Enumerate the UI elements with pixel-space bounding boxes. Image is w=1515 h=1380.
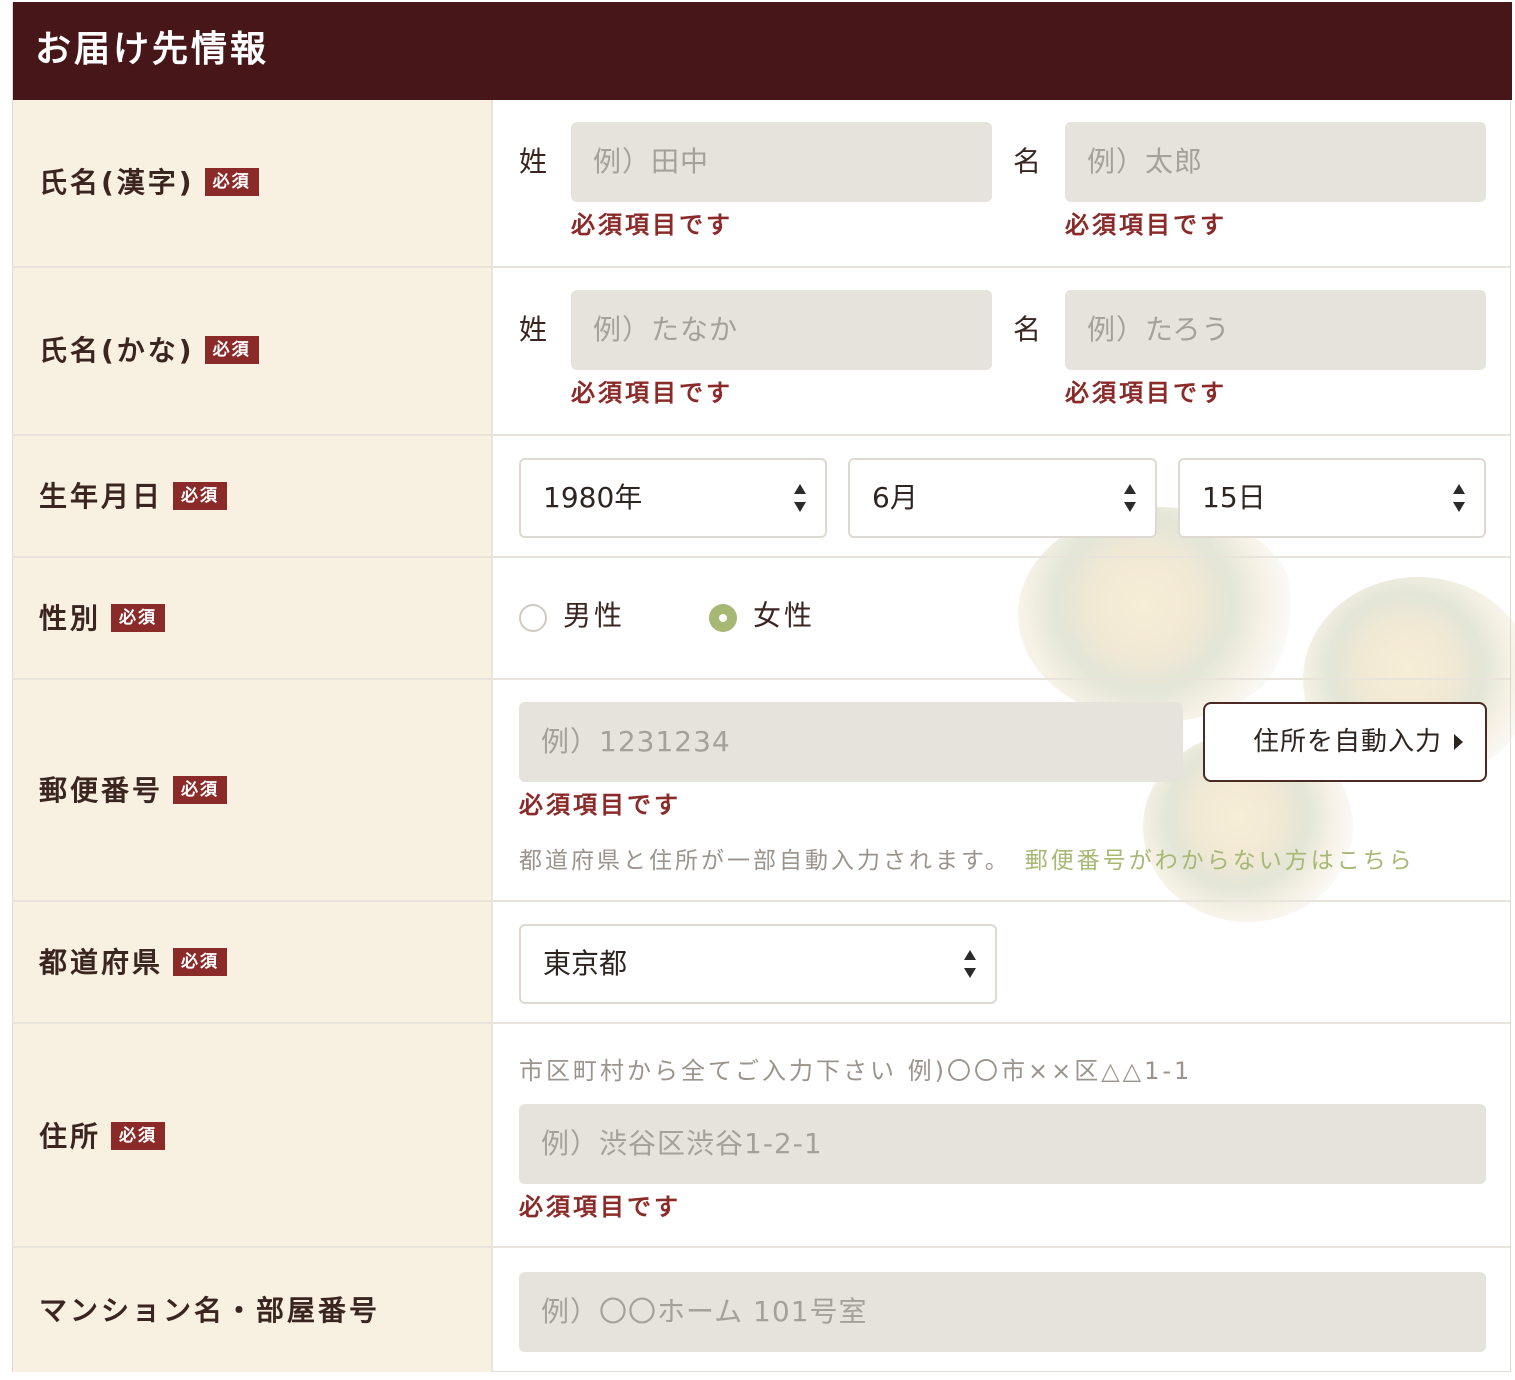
first-name-label: 名 xyxy=(1013,313,1042,346)
last-name-label: 姓 xyxy=(519,313,548,346)
address-error: 必須項目です xyxy=(519,1193,681,1221)
address-input[interactable]: 例）渋谷区渋谷1-2-1 xyxy=(519,1104,1486,1184)
required-badge: 必須 xyxy=(173,948,228,976)
first-name-kanji-input[interactable]: 例）太郎 xyxy=(1065,122,1486,202)
select-arrows-icon xyxy=(1452,484,1466,512)
gender-female-radio[interactable] xyxy=(709,604,737,632)
field-label: 氏名(漢字) 必須 xyxy=(39,166,259,200)
address-hint: 市区町村から全てご入力下さい 例)〇〇市××区△△1-1 xyxy=(519,1057,1193,1085)
last-name-kanji-input[interactable]: 例）田中 xyxy=(571,122,992,202)
row-prefecture: 都道府県 必須 東京都 xyxy=(13,902,1510,1024)
postal-code-error: 必須項目です xyxy=(519,791,681,819)
row-building: マンション名・部屋番号 例）〇〇ホーム 101号室 xyxy=(13,1248,1510,1372)
postal-code-lookup-link[interactable]: 郵便番号がわからない方はこちら xyxy=(1025,848,1415,874)
birth-day-select[interactable]: 15日 xyxy=(1178,458,1486,538)
required-badge: 必須 xyxy=(204,168,259,196)
gender-male-radio[interactable] xyxy=(519,604,547,632)
field-label: マンション名・部屋番号 xyxy=(39,1294,381,1327)
autofill-address-button[interactable]: 住所を自動入力 xyxy=(1203,702,1487,782)
row-gender: 性別 必須 男性 女性 xyxy=(13,558,1510,680)
field-label: 郵便番号 必須 xyxy=(39,774,228,808)
select-arrows-icon xyxy=(1123,484,1137,512)
required-badge: 必須 xyxy=(111,604,166,632)
first-name-kana-input[interactable]: 例）たろう xyxy=(1065,290,1486,370)
caret-right-icon xyxy=(1454,734,1463,750)
required-badge: 必須 xyxy=(173,776,228,804)
field-label: 性別 必須 xyxy=(39,602,166,636)
last-name-kana-error: 必須項目です xyxy=(571,379,733,407)
required-badge: 必須 xyxy=(173,482,228,510)
building-input[interactable]: 例）〇〇ホーム 101号室 xyxy=(519,1272,1486,1352)
last-name-label: 姓 xyxy=(519,145,548,178)
select-arrows-icon xyxy=(963,950,977,978)
row-name-kana: 氏名(かな) 必須 姓 例）たなか 必須項目です 名 例）たろう 必須項目です xyxy=(13,268,1510,436)
row-address: 住所 必須 市区町村から全てご入力下さい 例)〇〇市××区△△1-1 例）渋谷区渋… xyxy=(13,1024,1510,1248)
row-birthday: 生年月日 必須 1980年 6月 15日 xyxy=(13,436,1510,558)
field-label: 住所 必須 xyxy=(39,1120,166,1154)
field-label: 生年月日 必須 xyxy=(39,480,228,514)
form-header: お届け先情報 xyxy=(13,2,1512,100)
birth-year-select[interactable]: 1980年 xyxy=(519,458,827,538)
select-arrows-icon xyxy=(793,484,807,512)
gender-male-label[interactable]: 男性 xyxy=(563,596,625,636)
last-name-kana-input[interactable]: 例）たなか xyxy=(571,290,992,370)
delivery-form: お届け先情報 氏名(漢字) 必須 姓 例）田中 必須項目です 名 例）太郎 必須項… xyxy=(12,2,1515,1372)
prefecture-select[interactable]: 東京都 xyxy=(519,924,997,1004)
last-name-kanji-error: 必須項目です xyxy=(571,211,733,239)
first-name-kana-error: 必須項目です xyxy=(1065,379,1227,407)
row-name-kanji: 氏名(漢字) 必須 姓 例）田中 必須項目です 名 例）太郎 必須項目です xyxy=(13,100,1510,268)
field-label: 都道府県 必須 xyxy=(39,946,228,980)
postal-code-note: 都道府県と住所が一部自動入力されます。 郵便番号がわからない方はこちら xyxy=(519,848,1415,874)
form-title: お届け先情報 xyxy=(35,29,270,70)
postal-code-input[interactable]: 例）1231234 xyxy=(519,702,1183,782)
first-name-kanji-error: 必須項目です xyxy=(1065,211,1227,239)
gender-female-label[interactable]: 女性 xyxy=(753,596,815,636)
first-name-label: 名 xyxy=(1013,145,1042,178)
birth-month-select[interactable]: 6月 xyxy=(848,458,1157,538)
required-badge: 必須 xyxy=(204,336,259,364)
row-postal-code: 郵便番号 必須 例）1231234 住所を自動入力 必須項目です 都道府県と住所が… xyxy=(13,680,1510,902)
field-label: 氏名(かな) 必須 xyxy=(39,334,259,368)
required-badge: 必須 xyxy=(111,1122,166,1150)
